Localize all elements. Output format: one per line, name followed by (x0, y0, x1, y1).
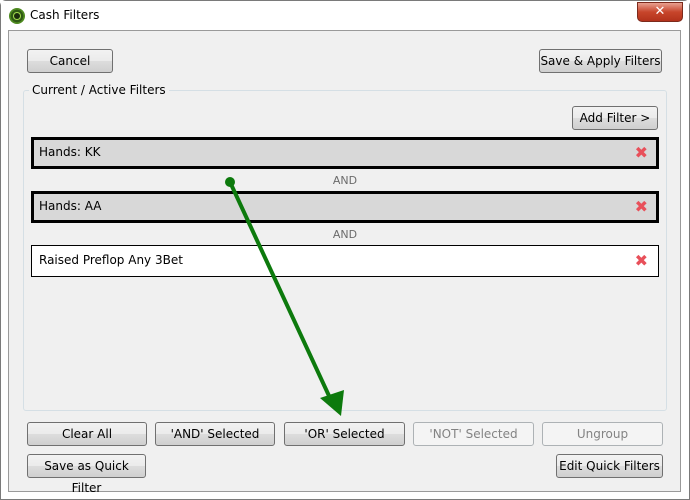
filter-row[interactable]: Raised Preflop Any 3Bet ✖ (31, 245, 659, 277)
connector-and: AND (332, 174, 358, 187)
remove-filter-icon[interactable]: ✖ (635, 145, 648, 161)
filter-label: Raised Preflop Any 3Bet (39, 253, 183, 267)
window-title: Cash Filters (30, 8, 100, 22)
save-as-quick-filter-button[interactable]: Save as Quick Filter (27, 454, 146, 495)
active-filters-label: Current / Active Filters (29, 83, 169, 97)
clear-all-button[interactable]: Clear All (27, 422, 147, 446)
edit-quick-filters-button[interactable]: Edit Quick Filters (556, 454, 663, 478)
cancel-button[interactable]: Cancel (27, 49, 113, 73)
poker-chip-icon (9, 8, 25, 24)
filter-row[interactable]: Hands: KK ✖ (31, 137, 659, 169)
filter-label: Hands: KK (39, 145, 101, 159)
remove-filter-icon[interactable]: ✖ (635, 199, 648, 215)
filter-row[interactable]: Hands: AA ✖ (31, 191, 659, 223)
save-apply-filters-button[interactable]: Save & Apply Filters (539, 49, 662, 73)
title-bar[interactable]: Cash Filters ✕ (1, 1, 689, 31)
or-selected-button[interactable]: 'OR' Selected (284, 422, 405, 446)
ungroup-button[interactable]: Ungroup (542, 422, 663, 446)
and-selected-button[interactable]: 'AND' Selected (155, 422, 275, 446)
connector-and: AND (332, 228, 358, 241)
close-button[interactable]: ✕ (637, 2, 683, 22)
remove-filter-icon[interactable]: ✖ (635, 253, 648, 269)
filter-label: Hands: AA (39, 199, 102, 213)
add-filter-button[interactable]: Add Filter > (572, 106, 658, 130)
not-selected-button[interactable]: 'NOT' Selected (413, 422, 534, 446)
